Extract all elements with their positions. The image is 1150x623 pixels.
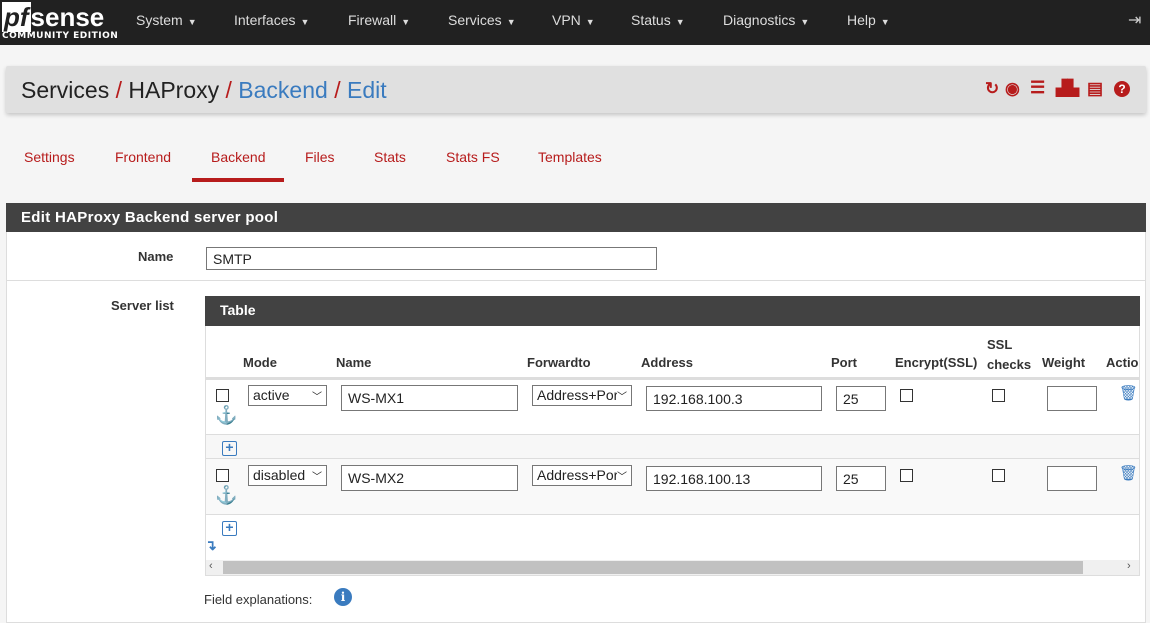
weight-input[interactable]: [1047, 386, 1097, 411]
level-down-icon[interactable]: ↴: [205, 537, 217, 554]
address-input[interactable]: [646, 466, 822, 491]
forwardto-select[interactable]: Address+Por ﹀: [532, 385, 632, 406]
menu-system[interactable]: System ▼: [136, 12, 197, 28]
col-actions: Actio: [1106, 355, 1139, 370]
ssl-checks-checkbox[interactable]: [992, 469, 1005, 482]
stop-icon[interactable]: ◉: [1005, 79, 1020, 99]
menu-vpn[interactable]: VPN ▼: [552, 12, 595, 28]
crumb-services: Services: [21, 77, 110, 103]
forwardto-select[interactable]: Address+Por ﹀: [532, 465, 632, 486]
table-title: Table: [205, 296, 1140, 326]
menu-services[interactable]: Services ▼: [448, 12, 516, 28]
weight-input[interactable]: [1047, 466, 1097, 491]
refresh-icon[interactable]: ↻: [985, 79, 999, 99]
col-encrypt: Encrypt(SSL): [895, 355, 978, 370]
bar-chart-icon[interactable]: ▟▙: [1056, 79, 1079, 97]
scrollbar-thumb[interactable]: [223, 561, 1083, 574]
trash-icon[interactable]: 🗑: [1119, 464, 1138, 482]
name-input[interactable]: [206, 247, 657, 270]
info-icon[interactable]: i: [334, 588, 352, 606]
server-name-input[interactable]: [341, 385, 518, 411]
anchor-icon[interactable]: ⚓: [215, 485, 237, 506]
tab-templates[interactable]: Templates: [538, 149, 602, 165]
field-explanations-label: Field explanations:: [204, 592, 313, 607]
server-list-label: Server list: [111, 298, 174, 313]
encrypt-checkbox[interactable]: [900, 469, 913, 482]
scroll-right-icon[interactable]: ›: [1127, 560, 1131, 572]
port-input[interactable]: [836, 466, 886, 491]
menu-diagnostics[interactable]: Diagnostics ▼: [723, 12, 809, 28]
col-weight: Weight: [1042, 355, 1086, 370]
ssl-checks-checkbox[interactable]: [992, 389, 1005, 402]
mode-select[interactable]: active ﹀: [248, 385, 327, 406]
trash-icon[interactable]: 🗑: [1119, 384, 1138, 402]
panel-title: Edit HAProxy Backend server pool: [6, 203, 1146, 232]
encrypt-checkbox[interactable]: [900, 389, 913, 402]
tab-backend[interactable]: Backend: [211, 149, 265, 165]
crumb-backend[interactable]: Backend: [238, 77, 328, 103]
crumb-edit[interactable]: Edit: [347, 77, 387, 103]
anchor-icon[interactable]: ⚓: [215, 405, 237, 426]
name-label: Name: [138, 249, 174, 264]
plus-square-icon[interactable]: +: [222, 440, 237, 456]
col-address: Address: [641, 355, 694, 370]
sign-out-icon[interactable]: ⇥: [1128, 10, 1141, 30]
tab-frontend[interactable]: Frontend: [115, 149, 171, 165]
col-ssl-checks: SSL checks: [987, 337, 1032, 372]
col-name: Name: [336, 355, 372, 370]
list-alt-icon[interactable]: ▤: [1087, 79, 1103, 99]
plus-square-icon[interactable]: +: [222, 520, 237, 536]
mode-select[interactable]: disabled ﹀: [248, 465, 327, 486]
add-row: [206, 514, 1139, 560]
sliders-icon[interactable]: ☰: [1030, 78, 1045, 98]
question-circle-icon[interactable]: ?: [1114, 81, 1130, 97]
tab-stats[interactable]: Stats: [374, 149, 406, 165]
menu-help[interactable]: Help ▼: [847, 12, 890, 28]
scroll-left-icon[interactable]: ‹: [209, 560, 213, 572]
col-port: Port: [831, 355, 857, 370]
menu-firewall[interactable]: Firewall ▼: [348, 12, 410, 28]
address-input[interactable]: [646, 386, 822, 411]
divider: [7, 280, 1145, 281]
col-mode: Mode: [243, 355, 277, 370]
crumb-haproxy: HAProxy: [128, 77, 220, 103]
active-tab-indicator: [192, 178, 284, 182]
row-select-checkbox[interactable]: [216, 469, 229, 482]
horizontal-scrollbar[interactable]: ‹ ›: [206, 560, 1139, 575]
menu-status[interactable]: Status ▼: [631, 12, 685, 28]
port-input[interactable]: [836, 386, 886, 411]
tab-stats-fs[interactable]: Stats FS: [446, 149, 500, 165]
breadcrumb-trail: Services / HAProxy / Backend / Edit: [21, 77, 387, 103]
menu-interfaces[interactable]: Interfaces ▼: [234, 12, 309, 28]
add-row: [206, 434, 1139, 458]
pfsense-logo[interactable]: pfsense COMMUNITY EDITION: [2, 2, 118, 41]
row-select-checkbox[interactable]: [216, 389, 229, 402]
tab-files[interactable]: Files: [305, 149, 335, 165]
tab-settings[interactable]: Settings: [24, 149, 75, 165]
col-forwardto: Forwardto: [527, 355, 591, 370]
server-name-input[interactable]: [341, 465, 518, 491]
